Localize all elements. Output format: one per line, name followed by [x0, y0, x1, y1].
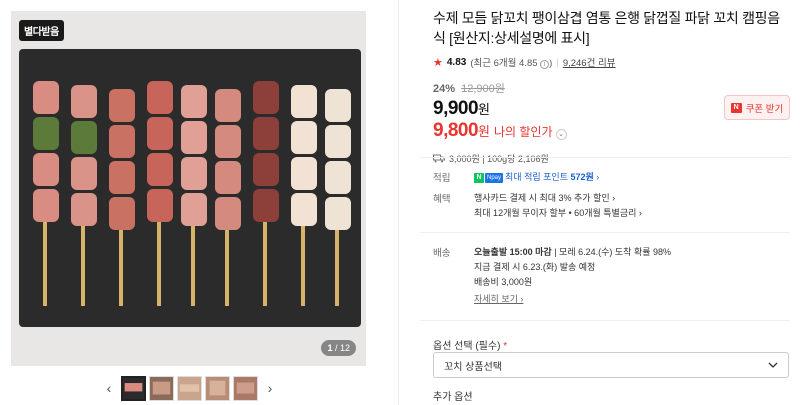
my-price-label: 나의 할인가 [494, 125, 553, 139]
shipping-summary: 3,000원 | 100g당 2,106원 [449, 154, 549, 164]
thumbnail-4[interactable] [205, 375, 230, 401]
points-section: 적립 N Npay 최대 적립 포인트 572원 › [433, 170, 790, 190]
main-product-image[interactable]: 별다받음 1 / 12 [11, 11, 366, 366]
benefits-body: 행사카드 결제 시 최대 3% 추가 할인 › 최대 12개월 무이자 할부 •… [474, 191, 784, 221]
column-divider [398, 0, 399, 405]
divider: | [556, 56, 559, 68]
brand-badge: 별다받음 [19, 20, 64, 41]
coupon-label: 쿠폰 받기 [745, 103, 784, 115]
installment-link[interactable]: 최대 12개월 무이자 할부 • 60개월 특별금리 › [474, 206, 784, 221]
delivery-label: 배송 [433, 248, 451, 259]
benefits-label: 혜택 [433, 194, 451, 205]
thumbnail-5[interactable] [233, 375, 258, 401]
image-counter: 1 / 12 [321, 340, 356, 356]
option-select-value: 꼬치 상품선택 [444, 361, 502, 373]
delivery-section: 배송 오늘출발 15:00 마감 | 모레 6.24.(수) 도착 확률 98%… [433, 245, 790, 307]
benefits-section: 혜택 행사카드 결제 시 최대 3% 추가 할인 › 최대 12개월 무이자 할… [433, 191, 790, 223]
my-price-unit: 원 [478, 124, 491, 139]
discount-row: 24% 12,900원 [433, 80, 790, 96]
max-points-link: 최대 적립 포인트 572원 › [505, 172, 600, 182]
thumbnail-3[interactable] [177, 375, 202, 401]
skewers-photo [11, 11, 366, 366]
my-price-row[interactable]: 9,800 원 나의 할인가 ⌄ [433, 120, 790, 142]
points-label: 적립 [433, 173, 451, 184]
price-unit: 원 [478, 102, 491, 117]
section-divider [420, 232, 790, 233]
coupon-button[interactable]: N 쿠폰 받기 [724, 95, 790, 120]
points-body[interactable]: N Npay 최대 적립 포인트 572원 › [474, 170, 784, 185]
product-info: 수제 모듬 닭꼬치 팽이삼겹 염통 은행 닭껍질 파닭 꼬치 캠핑음식 [원산지… [433, 8, 790, 165]
rating-detail: (최근 6개월 4.85 i) [470, 58, 553, 69]
delivery-line-3: 배송비 3,000원 [474, 277, 533, 287]
rating-row: ★ 4.83 (최근 6개월 4.85 i) | 9,246건 리뷰 [433, 55, 790, 69]
npay-icon: N Npay [474, 172, 504, 183]
my-discount-price: 9,800 [433, 120, 479, 141]
sale-price: 9,900 [433, 98, 479, 119]
rating-value: 4.83 [446, 56, 467, 68]
truck-icon [433, 154, 445, 163]
star-icon: ★ [433, 56, 443, 69]
shipping-summary-row: 3,000원 | 100g당 2,106원 [433, 152, 790, 165]
chevron-left-icon[interactable]: ‹ [100, 376, 118, 400]
option-select[interactable]: 꼬치 상품선택 [433, 352, 789, 378]
original-price: 12,900원 [461, 83, 505, 95]
delivery-line-1: 오늘출발 15:00 마감 | 모레 6.24.(수) 도착 확률 98% [474, 247, 672, 257]
delivery-details-link[interactable]: 자세히 보기 › [474, 294, 523, 304]
chevron-down-icon[interactable]: ⌄ [555, 129, 567, 140]
thumbnail-strip: ‹ › [100, 374, 280, 402]
info-icon[interactable]: i [540, 60, 550, 69]
chevron-down-icon [768, 362, 778, 368]
option-label: 옵션 선택 (필수) * [433, 341, 508, 352]
product-gallery: 별다받음 1 / 12 ‹ › [0, 0, 380, 405]
product-title: 수제 모듬 닭꼬치 팽이삼겹 염통 은행 닭껍질 파닭 꼬치 캠핑음식 [원산지… [433, 10, 780, 46]
section-divider [420, 157, 790, 158]
delivery-line-2: 지금 결제 시 6.23.(화) 발송 예정 [474, 262, 596, 272]
additional-option-label: 추가 옵션 [433, 392, 473, 403]
coupon-n-icon: N [730, 102, 742, 113]
discount-percent: 24% [433, 83, 456, 95]
card-discount-link[interactable]: 행사카드 결제 시 최대 3% 추가 할인 › [474, 191, 784, 206]
section-divider [420, 320, 790, 321]
thumbnail-2[interactable] [149, 375, 174, 401]
chevron-right-icon[interactable]: › [261, 376, 279, 400]
delivery-body: 오늘출발 15:00 마감 | 모레 6.24.(수) 도착 확률 98% 지금… [474, 245, 784, 307]
review-count-link[interactable]: 9,246건 리뷰 [563, 55, 616, 69]
thumbnail-1[interactable] [121, 375, 146, 401]
